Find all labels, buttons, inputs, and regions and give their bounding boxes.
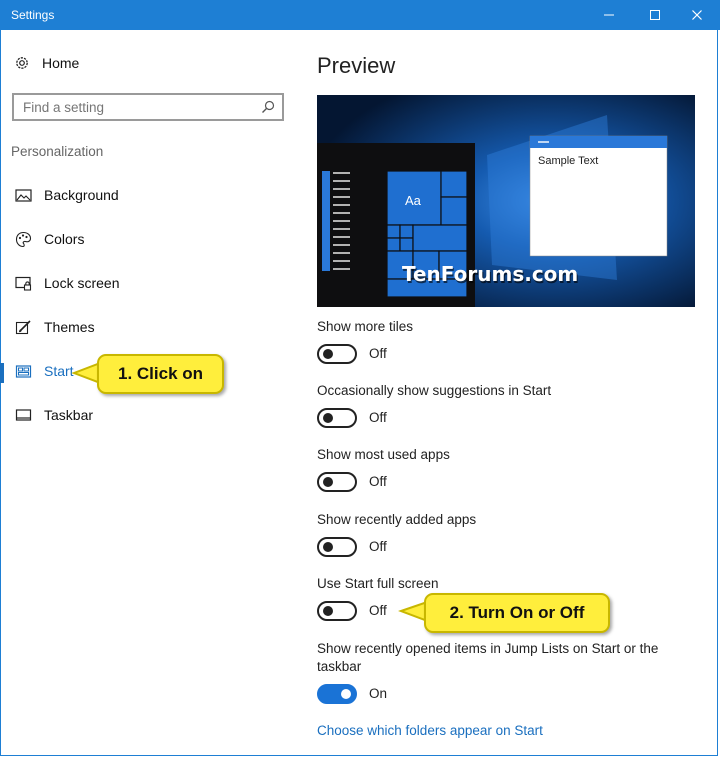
- setting-label-most-used-apps: Show most used apps: [317, 447, 450, 462]
- maximize-button[interactable]: [632, 0, 678, 30]
- toggle-knob: [323, 349, 333, 359]
- close-button[interactable]: [674, 0, 720, 30]
- toggle-state: Off: [369, 346, 387, 361]
- lock-screen-icon: [15, 276, 32, 291]
- toggle-jump-lists[interactable]: [317, 684, 357, 704]
- setting-label-show-more-tiles: Show more tiles: [317, 319, 414, 334]
- toggle-knob: [323, 542, 333, 552]
- setting-label-recently-added-apps: Show recently added apps: [317, 512, 477, 527]
- toggle-state: On: [369, 686, 388, 701]
- sidebar-item-taskbar[interactable]: Taskbar: [0, 395, 300, 435]
- page-title: Preview: [317, 53, 396, 78]
- maximize-icon: [650, 10, 660, 20]
- brush-icon: [15, 320, 31, 335]
- home-nav-item[interactable]: Home: [14, 53, 79, 73]
- toggle-most-used-apps[interactable]: [317, 472, 357, 492]
- annotation-step-2-text: 2. Turn On or Off: [449, 603, 585, 622]
- toggle-full-screen[interactable]: [317, 601, 357, 621]
- setting-label-full-screen: Use Start full screen: [317, 576, 439, 591]
- window-title: Settings: [11, 8, 55, 22]
- search-box[interactable]: Find a setting: [12, 93, 284, 121]
- sidebar-item-label: Themes: [44, 319, 95, 335]
- sidebar-item-label: Taskbar: [44, 407, 94, 423]
- choose-folders-link[interactable]: Choose which folders appear on Start: [317, 723, 543, 738]
- tile-text: Aa: [405, 193, 422, 208]
- sidebar-item-background[interactable]: Background: [0, 175, 300, 215]
- annotation-step-1-text: 1. Click on: [117, 364, 204, 383]
- gear-icon: [16, 57, 28, 69]
- start-preview: Aa Sample Text TenForums.com TenForums.c…: [317, 95, 695, 307]
- close-icon: [692, 10, 702, 20]
- title-bar: Settings: [0, 0, 720, 30]
- toggle-state: Off: [369, 410, 387, 425]
- setting-label-suggestions: Occasionally show suggestions in Start: [317, 383, 552, 398]
- sidebar-item-colors[interactable]: Colors: [0, 219, 300, 259]
- preview-image: Aa Sample Text TenForums.com TenForums.c…: [317, 95, 695, 307]
- toggle-suggestions[interactable]: [317, 408, 357, 428]
- start-tiles-icon: [15, 365, 32, 378]
- setting-label-jump-lists: Show recently opened items in Jump Lists…: [317, 641, 659, 674]
- annotation-step-2: 2. Turn On or Off: [424, 593, 610, 633]
- sidebar-item-label: Background: [44, 187, 119, 203]
- toggle-state: Off: [369, 539, 387, 554]
- home-label: Home: [42, 55, 80, 71]
- picture-icon: [15, 189, 32, 202]
- selected-indicator: [0, 363, 4, 383]
- sidebar-item-label: Lock screen: [44, 275, 120, 291]
- sample-text: Sample Text: [538, 155, 598, 167]
- search-icon[interactable]: [261, 100, 275, 114]
- toggle-knob: [341, 689, 351, 699]
- minimize-icon: [604, 14, 614, 16]
- toggle-knob: [323, 413, 333, 423]
- annotation-step-1: 1. Click on: [97, 354, 224, 394]
- sidebar-item-themes[interactable]: Themes: [0, 307, 300, 347]
- minimize-button[interactable]: [586, 0, 632, 30]
- watermark-text: TenForums.com: [402, 262, 578, 286]
- toggle-recently-added-apps[interactable]: [317, 537, 357, 557]
- search-placeholder[interactable]: Find a setting: [23, 100, 104, 115]
- toggle-state: Off: [369, 474, 387, 489]
- toggle-show-more-tiles[interactable]: [317, 344, 357, 364]
- section-label-personalization: Personalization: [11, 144, 104, 159]
- palette-icon: [15, 231, 32, 248]
- toggle-state: Off: [369, 603, 387, 618]
- sidebar-item-label: Colors: [44, 231, 85, 247]
- sidebar-item-lock-screen[interactable]: Lock screen: [0, 263, 300, 303]
- toggle-knob: [323, 606, 333, 616]
- toggle-knob: [323, 477, 333, 487]
- taskbar-icon: [15, 409, 32, 421]
